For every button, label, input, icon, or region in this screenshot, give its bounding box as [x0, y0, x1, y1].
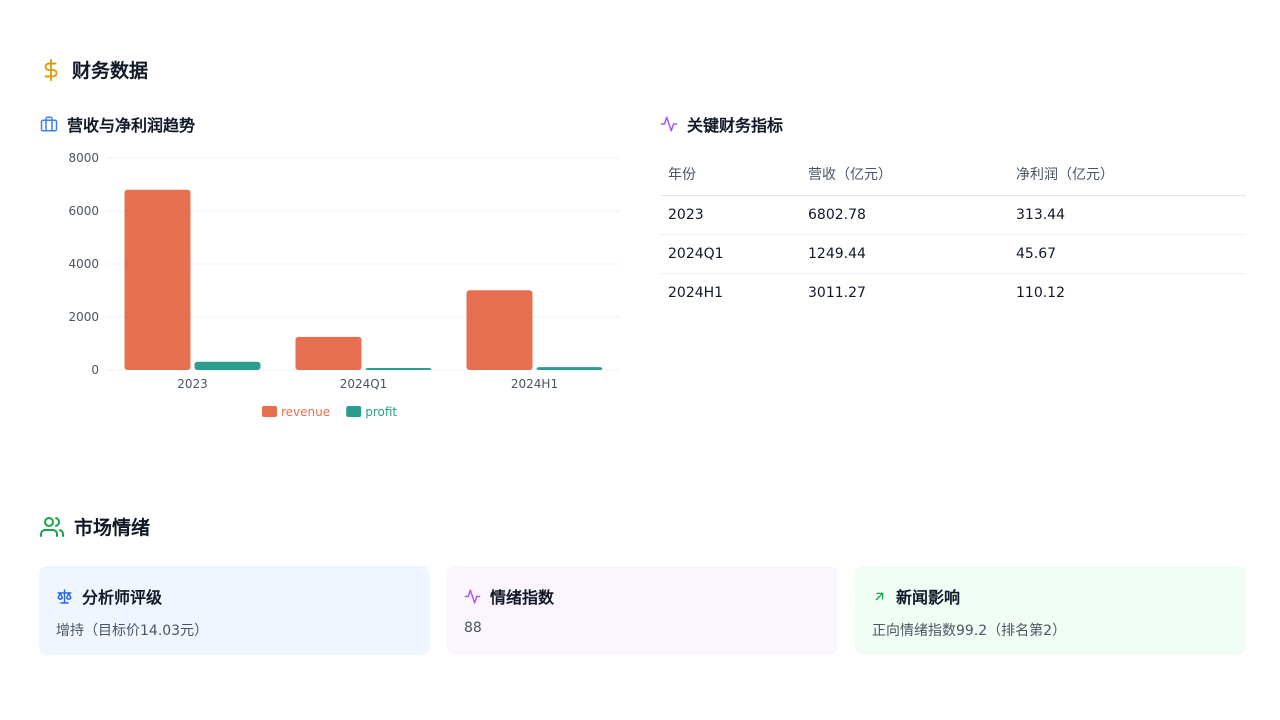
bar-profit — [536, 367, 603, 370]
y-tick-label: 2000 — [68, 310, 99, 324]
activity-icon — [464, 588, 481, 605]
arrow-up-right-icon — [872, 589, 887, 604]
analyst-rating-card: 分析师评级 增持（目标价14.03元） — [39, 566, 430, 655]
news-impact-label: 新闻影响 — [896, 588, 961, 607]
x-tick-label: 2023 — [177, 377, 208, 391]
news-impact-value: 正向情绪指数99.2（排名第2） — [872, 623, 1067, 639]
kpi-table: 年份 营收（亿元） 净利润（亿元） 2023 6802.78 313.44 20… — [660, 153, 1246, 312]
finance-title: 财务数据 — [72, 60, 149, 82]
revenue-profit-bar-chart: 0 2000 4000 6000 8000 2023 2024Q1 2024H1 revenue… — [68, 151, 620, 419]
table-title: 关键财务指标 — [687, 116, 784, 135]
y-tick-label: 4000 — [68, 257, 99, 271]
news-impact-card: 新闻影响 正向情绪指数99.2（排名第2） — [855, 566, 1246, 655]
finance-section-title: 财务数据 — [40, 56, 148, 83]
cell-profit: 110.12 — [1016, 284, 1065, 301]
sentiment-section-title: 市场情绪 — [40, 513, 150, 540]
header-profit: 净利润（亿元） — [1008, 153, 1246, 196]
x-tick-label: 2024H1 — [511, 377, 558, 391]
cell-year: 2024H1 — [668, 284, 724, 301]
legend-label: profit — [365, 405, 397, 419]
cell-year: 2024Q1 — [660, 234, 800, 274]
cell-year: 2023 — [660, 195, 800, 235]
bar-revenue — [295, 336, 362, 370]
sentiment-index-card: 情绪指数 88 — [447, 566, 838, 655]
legend-swatch — [346, 406, 362, 417]
cell-revenue: 3011.27 — [808, 284, 866, 301]
table-row: 2024Q1 1249.44 45.67 — [660, 234, 1246, 274]
legend-swatch — [262, 406, 277, 417]
bar-profit — [194, 361, 261, 370]
scale-icon — [56, 588, 73, 605]
chart-title: 营收与净利润趋势 — [67, 116, 196, 135]
cell-profit: 45.67 — [1008, 234, 1246, 274]
table-row: 2024H1 3011.27 110.12 — [660, 273, 1246, 312]
table-title-row: 关键财务指标 — [660, 112, 783, 136]
activity-icon — [660, 115, 678, 133]
briefcase-icon — [40, 115, 58, 133]
legend-label: revenue — [281, 405, 330, 419]
cell-revenue: 1249.44 — [800, 234, 1008, 274]
cell-profit: 313.44 — [1008, 195, 1246, 235]
sentiment-index-label: 情绪指数 — [490, 588, 555, 607]
bar-revenue — [124, 189, 191, 370]
table-row: 2023 6802.78 313.44 — [660, 195, 1246, 235]
x-tick-label: 2024Q1 — [340, 377, 388, 391]
bar-profit — [365, 368, 432, 370]
dollar-icon — [40, 58, 62, 82]
header-year: 年份 — [660, 153, 800, 196]
bar-revenue — [466, 290, 533, 370]
cell-revenue: 6802.78 — [800, 195, 1008, 235]
chart-title-row: 营收与净利润趋势 — [40, 112, 195, 136]
header-revenue: 营收（亿元） — [800, 153, 1008, 196]
analyst-rating-label: 分析师评级 — [82, 588, 163, 607]
y-tick-label: 6000 — [68, 204, 99, 218]
sentiment-index-value: 88 — [464, 620, 482, 636]
y-tick-label: 8000 — [68, 151, 99, 165]
users-icon — [40, 515, 64, 539]
sentiment-title: 市场情绪 — [74, 517, 151, 539]
table-header-row: 年份 营收（亿元） 净利润（亿元） — [660, 153, 1246, 196]
analyst-rating-value: 增持（目标价14.03元） — [56, 623, 209, 639]
y-tick-label: 0 — [91, 363, 99, 377]
